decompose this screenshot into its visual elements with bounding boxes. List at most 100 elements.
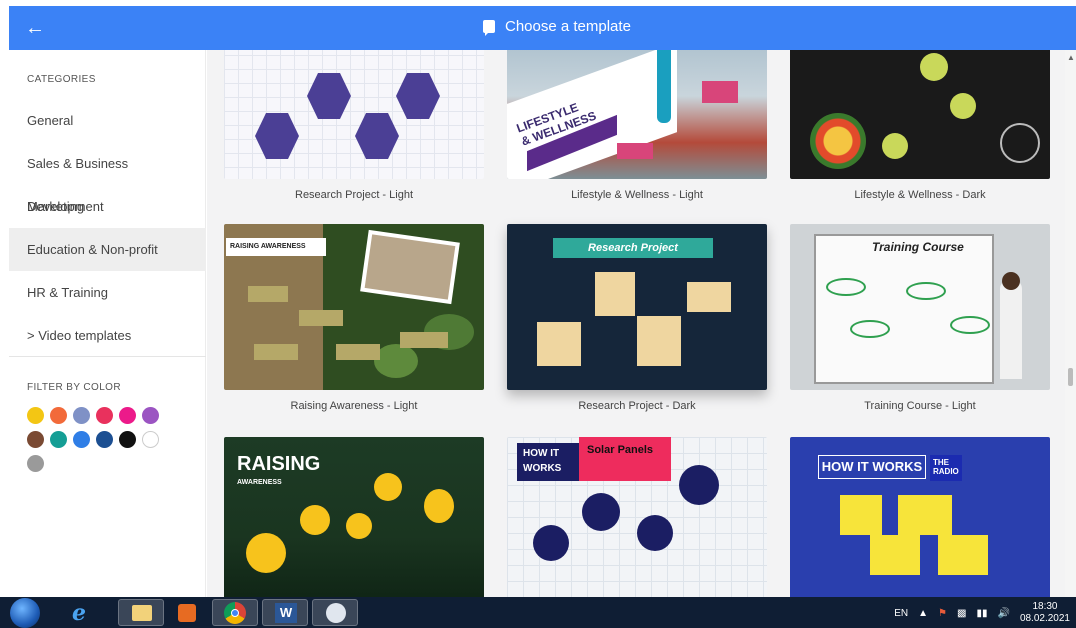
template-grid: Research Project - Light LIFESTYLE & WELL… — [207, 50, 1065, 597]
blob-shape — [424, 489, 454, 523]
sidebar: CATEGORIES General Sales & Business Deve… — [9, 50, 206, 597]
template-card-raising-light[interactable]: RAISING AWARENESS Raising Awareness - Li… — [224, 224, 484, 412]
sidebar-item-general[interactable]: General — [9, 99, 206, 142]
template-title: Lifestyle & Wellness - Dark — [854, 189, 986, 201]
color-swatch-1[interactable] — [27, 407, 44, 424]
template-thumbnail: HOW IT WORKS Solar Panels — [507, 437, 767, 597]
tag-shape — [254, 344, 298, 360]
thumb-subtitle: AWARENESS — [237, 479, 282, 486]
chrome-icon[interactable] — [212, 599, 258, 626]
template-card-lifestyle-dark[interactable]: Lifestyle & Wellness - Dark — [790, 50, 1050, 201]
template-card-raising-dark[interactable]: RAISING AWARENESS — [224, 437, 484, 597]
color-swatch-11[interactable] — [119, 431, 136, 448]
template-card-research-dark[interactable]: Research Project Research Project - Dark — [507, 224, 767, 412]
circle-shape — [679, 465, 719, 505]
thumb-title: Training Course — [872, 240, 964, 254]
color-swatch-12[interactable] — [142, 431, 159, 448]
circle-shape — [637, 515, 673, 551]
color-swatch-6[interactable] — [142, 407, 159, 424]
thumb-title: RAISING — [237, 453, 321, 475]
sidebar-item-education[interactable]: Education & Non-profit — [9, 228, 206, 271]
back-button[interactable]: ← — [25, 17, 47, 39]
grid-scrollbar[interactable]: ▲ — [1065, 50, 1076, 597]
template-thumbnail: Training Course — [790, 224, 1050, 390]
thumb-title: HOW IT WORKS — [818, 455, 926, 479]
box-shape — [637, 316, 681, 366]
tag-shape — [336, 344, 380, 360]
color-swatch-8[interactable] — [50, 431, 67, 448]
windows-taskbar: e W EN ▲ ⚑ ▩ ▮▮ 🔊 18:30 08.02.2021 — [0, 597, 1076, 628]
template-card-training-light[interactable]: Training Course Training Course - Light — [790, 224, 1050, 412]
color-swatch-9[interactable] — [73, 431, 90, 448]
file-explorer-icon[interactable] — [118, 599, 164, 626]
template-thumbnail — [790, 50, 1050, 179]
sidebar-item-video-templates[interactable]: > Video templates — [9, 314, 206, 357]
box-shape — [595, 272, 635, 316]
scrollbar-thumb[interactable] — [1068, 368, 1073, 386]
page-title: Choose a template — [505, 18, 631, 35]
internet-explorer-icon[interactable]: e — [60, 599, 106, 626]
color-swatch-7[interactable] — [27, 431, 44, 448]
template-card-lifestyle-light[interactable]: LIFESTYLE & WELLNESS Lifestyle & Wellness… — [507, 50, 767, 201]
scroll-up-icon[interactable]: ▲ — [1067, 53, 1075, 62]
sidebar-item-marketing[interactable]: Marketing — [9, 185, 206, 228]
action-center-flag-icon[interactable]: ⚑ — [938, 608, 947, 619]
chalk-circle — [882, 133, 908, 159]
chalk-ball — [1000, 123, 1040, 163]
color-swatches — [27, 407, 177, 472]
thumb-subtitle: Solar Panels — [579, 437, 671, 481]
header-bar: ← Choose a template — [9, 6, 1076, 50]
start-orb-icon[interactable] — [10, 598, 40, 628]
ellipse-shape — [850, 320, 890, 338]
box-shape — [687, 282, 731, 312]
hex-shape — [255, 113, 299, 159]
block-shape — [898, 495, 952, 535]
app-window: ← Choose a template CATEGORIES General S… — [0, 0, 1076, 628]
tag-shape — [617, 143, 653, 159]
template-title: Raising Awareness - Light — [290, 400, 418, 412]
template-card-how-it-works-radio[interactable]: HOW IT WORKS THE RADIO — [790, 437, 1050, 597]
template-title: Research Project - Light — [295, 189, 413, 201]
block-shape — [938, 535, 988, 575]
categories-heading: CATEGORIES — [27, 74, 96, 85]
template-thumbnail: RAISING AWARENESS — [224, 437, 484, 597]
header-title-group: Choose a template — [483, 18, 631, 36]
color-swatch-13[interactable] — [27, 455, 44, 472]
template-card-research-light[interactable]: Research Project - Light — [224, 50, 484, 201]
color-swatch-5[interactable] — [119, 407, 136, 424]
template-title: Lifestyle & Wellness - Light — [571, 189, 703, 201]
color-swatch-10[interactable] — [96, 431, 113, 448]
template-thumbnail — [224, 50, 484, 179]
clock-time: 18:30 — [1032, 601, 1058, 612]
sidebar-item-sales[interactable]: Sales & Business Development — [9, 142, 206, 214]
color-swatch-4[interactable] — [96, 407, 113, 424]
network-signal-icon[interactable]: ▮▮ — [976, 608, 987, 619]
whiteboard — [814, 234, 994, 384]
blob-shape — [300, 505, 330, 535]
show-hidden-icons-icon[interactable]: ▲ — [918, 608, 928, 619]
teacher-head — [1002, 272, 1020, 290]
circle-shape — [582, 493, 620, 531]
volume-icon[interactable]: 🔊 — [997, 608, 1009, 619]
ellipse-shape — [950, 316, 990, 334]
color-swatch-2[interactable] — [50, 407, 67, 424]
thumb-title: Research Project — [553, 238, 713, 258]
sidebar-item-hr-training[interactable]: HR & Training — [9, 271, 206, 314]
photo-frame — [360, 229, 460, 305]
tag-shape — [248, 286, 288, 302]
thumb-title: HOW IT WORKS — [517, 443, 579, 481]
ellipse-shape — [906, 282, 946, 300]
color-swatch-3[interactable] — [73, 407, 90, 424]
blob-shape — [246, 533, 286, 573]
hex-shape — [396, 73, 440, 119]
template-card-how-it-works-solar[interactable]: HOW IT WORKS Solar Panels — [507, 437, 767, 597]
clock[interactable]: 18:30 08.02.2021 — [1020, 601, 1070, 625]
word-icon[interactable]: W — [262, 599, 308, 626]
language-indicator[interactable]: EN — [894, 608, 908, 619]
paint-icon[interactable] — [312, 599, 358, 626]
template-thumbnail: Research Project — [507, 224, 767, 390]
blob-shape — [374, 473, 402, 501]
sidebar-divider — [9, 356, 206, 357]
device-icon[interactable]: ▩ — [957, 608, 966, 619]
chalk-circle — [920, 53, 948, 81]
